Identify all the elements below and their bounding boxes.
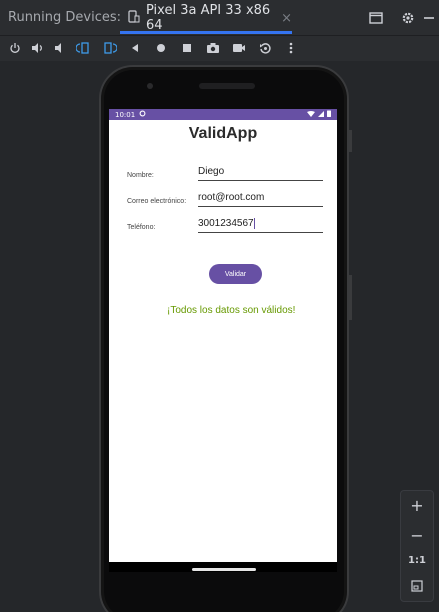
status-time: 10:01 [115,110,136,119]
text-caret [253,217,255,229]
email-row: Correo electrónico: root@root.com [127,191,323,207]
signal-icon [318,110,324,119]
volume-up-icon[interactable] [29,39,45,57]
phone-value: 3001234567 [198,218,254,229]
screen-record-icon[interactable] [231,39,247,57]
panel-title: Running Devices: [8,10,122,25]
window-icon[interactable] [367,9,385,27]
email-field[interactable]: root@root.com [198,191,323,207]
volume-down-icon[interactable] [51,39,67,57]
phone-row: Teléfono: 3001234567 [127,217,323,233]
camera [147,83,153,89]
running-devices-header: Running Devices: Pixel 3a API 33 x86 64 … [0,0,439,36]
device-icon [128,9,140,27]
email-value: root@root.com [198,192,265,203]
settings-status-icon [139,110,146,119]
result-message: ¡Todos los datos son válidos! [167,305,296,316]
power-icon[interactable] [7,39,23,57]
back-icon[interactable] [127,39,143,57]
rotate-left-icon[interactable] [75,39,91,57]
name-row: Nombre: Diego [127,165,323,181]
side-button [349,130,352,152]
email-label: Correo electrónico: [127,198,187,205]
app-title: ValidApp [188,125,258,142]
zoom-out-button[interactable]: − [410,526,423,545]
gear-icon[interactable] [399,9,417,27]
minimize-icon[interactable] [423,9,435,27]
tab-pixel-3a[interactable]: Pixel 3a API 33 x86 64 × [120,0,292,36]
screenshot-icon[interactable] [205,39,221,57]
battery-icon [327,110,331,119]
snapshot-icon[interactable] [257,39,273,57]
overview-icon[interactable] [179,39,195,57]
wifi-icon [307,110,315,119]
speaker [199,83,255,89]
home-gesture-pill[interactable] [192,568,256,571]
phone-label: Teléfono: [127,224,156,231]
validate-button[interactable]: Validar [209,264,262,284]
home-icon[interactable] [153,39,169,57]
device-toolbar [0,36,439,60]
name-field[interactable]: Diego [198,165,323,181]
phone-field[interactable]: 3001234567 [198,217,323,233]
tab-label: Pixel 3a API 33 x86 64 [146,3,271,33]
close-icon[interactable]: × [281,11,292,26]
fit-screen-icon[interactable] [411,577,423,596]
zoom-controls: + − 1:1 [400,490,434,602]
zoom-in-button[interactable]: + [410,496,423,515]
rotate-right-icon[interactable] [102,39,118,57]
name-label: Nombre: [127,172,154,179]
tab-underline [120,31,292,34]
actual-size-button[interactable]: 1:1 [408,555,426,566]
device-screen[interactable]: 10:01 ValidApp Nombre: Diego Correo elec… [109,109,337,571]
more-icon[interactable] [283,39,299,57]
name-value: Diego [198,166,225,177]
status-bar: 10:01 [109,109,337,120]
volume-rocker [349,275,352,320]
